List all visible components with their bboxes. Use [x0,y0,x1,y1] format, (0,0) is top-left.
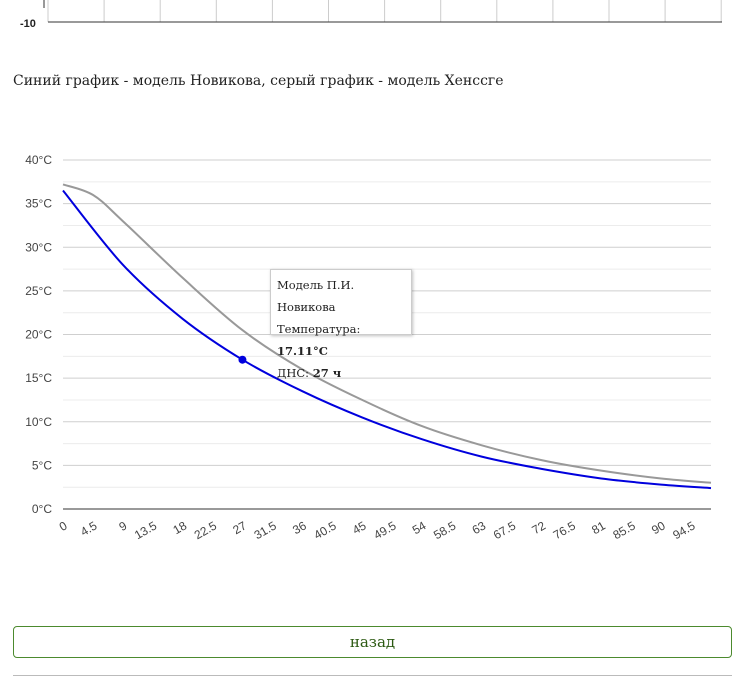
previous-chart-grid [43,0,722,23]
x-tick-label: 13.5 [132,518,160,542]
previous-chart-fragment: -10 [20,0,722,30]
x-tick-label: 81 [589,518,608,537]
tooltip-title: Модель П.И. Новикова [277,278,355,314]
y-tick-label: 25°C [25,284,52,298]
tooltip-temperature-label: Температура: [277,322,361,336]
x-tick-label: 31.5 [252,518,280,542]
previous-chart-y-tick: -10 [20,18,36,30]
y-tick-label: 15°C [25,371,52,385]
x-tick-label: 58.5 [431,518,459,542]
highlight-layer [238,355,247,364]
y-tick-label: 35°C [25,197,52,211]
y-tick-label: 20°C [25,328,52,342]
x-tick-label: 27 [230,518,249,537]
y-axis-labels: 0°C 5°C 10°C 15°C 20°C 25°C 30°C 35°C 40°C [25,153,52,516]
chart-tooltip: Модель П.И. Новикова Температура: 17.11°… [270,269,412,380]
tooltip-time-value: 27 ч [312,366,342,380]
tooltip-temperature-value: 17.11°C [277,344,328,358]
x-tick-label: 67.5 [491,518,519,542]
x-tick-label: 76.5 [551,518,579,542]
y-tick-label: 0°C [32,502,52,516]
x-tick-label: 18 [171,518,190,537]
chart-caption: Синий график - модель Новикова, серый гр… [13,73,504,89]
x-tick-label: 45 [350,518,369,537]
x-tick-label: 72 [529,518,548,537]
x-tick-label: 90 [649,518,668,537]
x-tick-label: 85.5 [611,518,639,542]
bottom-divider [13,675,732,676]
x-tick-label: 94.5 [670,518,698,542]
tooltip-time-label: ДНС: [277,366,313,380]
x-tick-label: 9 [117,518,130,534]
x-tick-label: 54 [410,518,429,537]
tooltip-temperature: Температура: 17.11°C [277,318,405,362]
highlighted-data-point[interactable] [238,355,247,364]
x-tick-label: 40.5 [311,518,339,542]
x-tick-label: 4.5 [78,518,100,539]
tooltip-time: ДНС: 27 ч [277,362,405,384]
x-tick-label: 63 [470,518,489,537]
back-button[interactable]: назад [13,626,732,658]
x-tick-label: 0 [57,518,70,534]
x-tick-label: 49.5 [371,518,399,542]
x-tick-label: 22.5 [192,518,220,542]
y-tick-label: 10°C [25,415,52,429]
y-tick-label: 30°C [25,240,52,254]
y-tick-label: 40°C [25,153,52,167]
y-tick-label: 5°C [32,458,52,472]
x-axis-labels: 0 4.5 9 13.5 18 22.5 27 31.5 36 40.5 45 49.5 54 58.5 6… [57,518,698,542]
x-tick-label: 36 [290,518,309,537]
